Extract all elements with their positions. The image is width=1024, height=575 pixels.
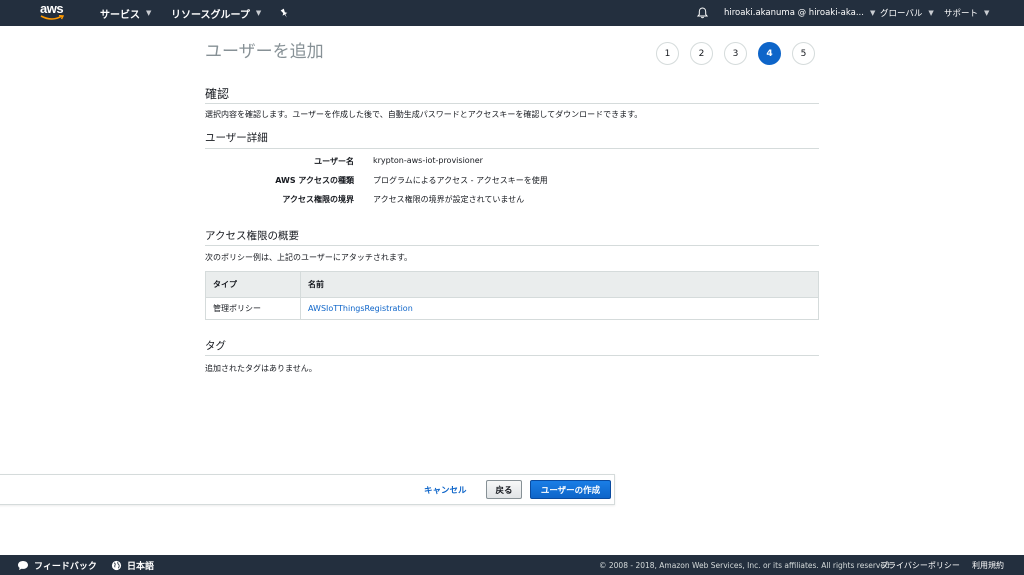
aws-logo-text: aws: [40, 1, 64, 16]
speech-bubble-icon: [18, 560, 28, 570]
column-header-name: 名前: [308, 280, 324, 289]
region-label: グローバル: [880, 9, 923, 19]
permissions-boundary-label: アクセス権限の境界: [282, 195, 354, 204]
tags-empty-message: 追加されたタグはありません。: [205, 364, 317, 373]
feedback-label: フィードバック: [34, 561, 97, 572]
resource-groups-label: リソースグループ: [171, 9, 250, 21]
pin-icon: [280, 8, 288, 17]
step-2[interactable]: 2: [690, 42, 713, 65]
account-menu[interactable]: hiroaki.akanuma @ hiroaki-aka... ▼: [724, 0, 875, 26]
chevron-down-icon: ▼: [146, 9, 152, 17]
table-header: タイプ 名前: [206, 272, 818, 298]
divider: [205, 148, 819, 149]
wizard-steps: 1 2 3 4 5: [656, 42, 815, 65]
action-bar: [0, 474, 615, 505]
divider: [205, 355, 819, 356]
cancel-button[interactable]: キャンセル: [424, 484, 467, 496]
permissions-table: タイプ 名前 管理ポリシー AWSIoTThingsRegistration: [205, 271, 819, 320]
user-details-heading: ユーザー詳細: [205, 132, 268, 144]
chevron-down-icon: ▼: [255, 9, 262, 17]
step-5[interactable]: 5: [792, 42, 815, 65]
step-3[interactable]: 3: [724, 42, 747, 65]
permissions-description: 次のポリシー例は、上記のユーザーにアタッチされます。: [205, 253, 413, 262]
top-nav: aws サービス ▼ リソースグループ ▼ hiroaki.akanuma @ …: [0, 0, 1024, 26]
chevron-down-icon: ▼: [928, 9, 934, 17]
region-menu[interactable]: グローバル ▼: [880, 0, 934, 26]
services-menu[interactable]: サービス ▼: [100, 0, 151, 26]
aws-logo[interactable]: aws: [40, 1, 66, 23]
permissions-boundary-value: アクセス権限の境界が設定されていません: [373, 195, 525, 204]
divider: [205, 245, 819, 246]
page-title: ユーザーを追加: [205, 42, 324, 62]
access-type-label: AWS アクセスの種類: [275, 176, 354, 185]
table-row: 管理ポリシー AWSIoTThingsRegistration: [206, 298, 818, 319]
review-description: 選択内容を確認します。ユーザーを作成した後で、自動生成パスワードとアクセスキーを…: [205, 110, 643, 119]
step-1[interactable]: 1: [656, 42, 679, 65]
notifications-button[interactable]: [697, 0, 708, 26]
username-value: krypton-aws-iot-provisioner: [373, 156, 483, 165]
services-label: サービス: [100, 9, 140, 21]
back-button[interactable]: 戻る: [486, 480, 522, 499]
account-label: hiroaki.akanuma @ hiroaki-aka...: [724, 8, 864, 18]
language-label: 日本語: [127, 561, 155, 572]
chevron-down-icon: ▼: [984, 9, 990, 17]
username-label: ユーザー名: [314, 157, 354, 166]
feedback-button[interactable]: フィードバック: [17, 555, 97, 575]
permissions-heading: アクセス権限の概要: [205, 230, 299, 242]
terms-link[interactable]: 利用規約: [972, 555, 1004, 575]
footer: フィードバック 日本語 © 2008 - 2018, Amazon Web Se…: [0, 555, 1024, 575]
pin-button[interactable]: [279, 0, 290, 26]
globe-icon: [111, 560, 122, 570]
privacy-policy-link[interactable]: プライバシーポリシー: [880, 555, 960, 575]
chevron-down-icon: ▼: [869, 9, 876, 17]
language-selector[interactable]: 日本語: [111, 555, 154, 575]
column-header-type: タイプ: [206, 272, 301, 297]
divider: [205, 103, 819, 104]
access-type-value: プログラムによるアクセス - アクセスキーを使用: [373, 176, 548, 185]
create-user-button[interactable]: ユーザーの作成: [530, 480, 611, 499]
policy-link[interactable]: AWSIoTThingsRegistration: [308, 304, 413, 313]
step-4[interactable]: 4: [758, 42, 781, 65]
tags-heading: タグ: [205, 340, 226, 352]
review-heading: 確認: [205, 87, 230, 101]
bell-icon: [697, 7, 708, 19]
resource-groups-menu[interactable]: リソースグループ ▼: [171, 0, 261, 26]
support-menu[interactable]: サポート ▼: [944, 0, 989, 26]
support-label: サポート: [944, 9, 979, 19]
copyright-text: © 2008 - 2018, Amazon Web Services, Inc.…: [599, 560, 893, 570]
policy-type: 管理ポリシー: [206, 298, 301, 319]
